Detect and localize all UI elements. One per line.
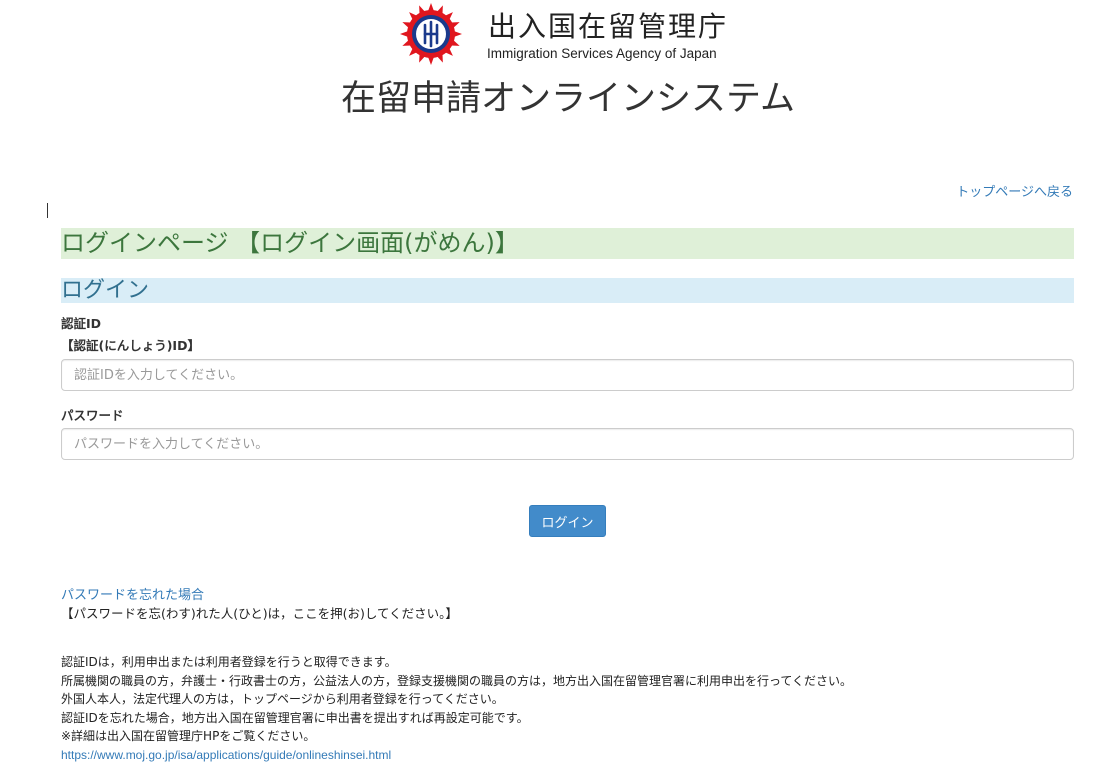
page-title: ログインページ 【ログイン画面(がめん)】 (61, 228, 1074, 259)
note-line: 外国人本人，法定代理人の方は，トップページから利用者登録を行ってください。 (61, 692, 504, 706)
back-to-top-link[interactable]: トップページへ戻る (956, 181, 1073, 200)
note-line: ※詳細は出入国在留管理庁HPをご覧ください。 (61, 729, 316, 743)
password-label: パスワード (61, 408, 124, 423)
section-heading-login: ログイン (61, 278, 1074, 303)
agency-name-jp: 出入国在留管理庁 (488, 10, 729, 43)
forgot-password-note: 【パスワードを忘(わす)れた人(ひと)は，ここを押(お)してください。】 (61, 606, 458, 621)
note-line: 認証IDは，利用申出または利用者登録を行うと取得できます。 (61, 655, 397, 669)
system-title: 在留申請オンラインシステム (341, 79, 795, 119)
agency-logo: 出入国在留管理庁 Immigration Services Agency of … (398, 2, 738, 66)
password-input[interactable] (61, 428, 1074, 460)
forgot-password-link[interactable]: パスワードを忘れた場合 (61, 584, 204, 603)
login-button[interactable]: ログイン (529, 505, 606, 537)
auth-id-input[interactable] (61, 359, 1074, 391)
note-line: 所属機関の職員の方，弁護士・行政書士の方，公益法人の方，登録支援機関の職員の方は… (61, 673, 853, 688)
auth-id-notes: 認証IDは，利用申出または利用者登録を行うと取得できます。 所属機関の職員の方，… (61, 653, 852, 764)
text-cursor (47, 203, 48, 218)
auth-id-ruby-label: 【認証(にんしょう)ID】 (61, 338, 200, 353)
auth-id-label: 認証ID (61, 316, 102, 331)
login-page: 出入国在留管理庁 Immigration Services Agency of … (0, 0, 1118, 764)
note-line: 認証IDを忘れた場合，地方出入国在留管理官署に申出書を提出すれば再設定可能です。 (61, 710, 529, 725)
agency-name-en: Immigration Services Agency of Japan (487, 46, 717, 61)
guide-url-link[interactable]: https://www.moj.go.jp/isa/applications/g… (61, 746, 852, 764)
agency-emblem-icon (400, 3, 462, 65)
